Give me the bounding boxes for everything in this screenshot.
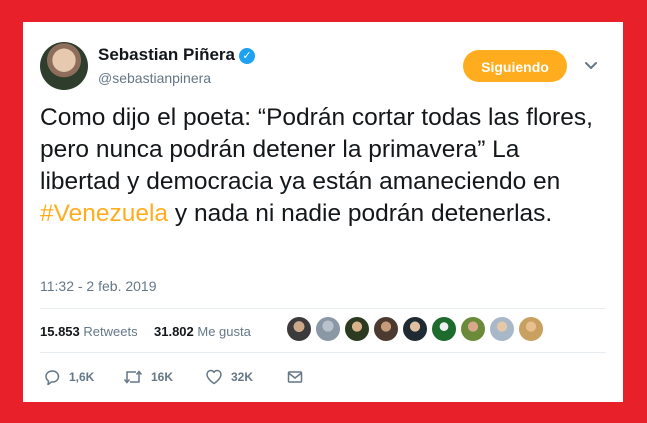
retweet-icon <box>123 370 143 384</box>
likes-stat[interactable]: 31.802 Me gusta <box>154 324 251 339</box>
liker-avatar[interactable] <box>489 316 515 342</box>
liker-avatar[interactable] <box>460 316 486 342</box>
liker-avatar[interactable] <box>431 316 457 342</box>
author-display-name[interactable]: Sebastian Piñera <box>98 45 235 65</box>
divider <box>40 308 606 309</box>
reply-count: 1,6K <box>69 370 95 384</box>
like-count: 32K <box>231 370 254 384</box>
author-info: Sebastian Piñera ✓ @sebastianpinera <box>98 45 256 86</box>
likes-label: Me gusta <box>197 324 251 339</box>
chevron-down-icon[interactable] <box>582 56 600 74</box>
reply-button[interactable]: 1,6K <box>43 368 94 386</box>
avatar[interactable] <box>40 42 88 90</box>
retweet-button[interactable]: 16K <box>123 368 173 386</box>
tweet-text-before: Como dijo el poeta: “Podrán cortar todas… <box>40 104 593 195</box>
hashtag-link[interactable]: #Venezuela <box>40 200 168 227</box>
tweet-stats: 15.853 Retweets 31.802 Me gusta <box>40 314 606 350</box>
following-button[interactable]: Siguiendo <box>463 50 567 82</box>
liker-avatar[interactable] <box>286 316 312 342</box>
like-button[interactable]: 32K <box>205 368 253 386</box>
liker-avatar[interactable] <box>373 316 399 342</box>
tweet-text: Como dijo el poeta: “Podrán cortar todas… <box>40 102 600 230</box>
retweets-count: 15.853 <box>40 324 80 339</box>
retweet-count: 16K <box>151 370 174 384</box>
reply-icon <box>45 370 60 386</box>
retweets-stat[interactable]: 15.853 Retweets <box>40 324 138 339</box>
liker-avatar[interactable] <box>518 316 544 342</box>
retweets-label: Retweets <box>83 324 138 339</box>
tweet-timestamp[interactable]: 11:32 - 2 feb. 2019 <box>40 278 157 294</box>
tweet-card: Sebastian Piñera ✓ @sebastianpinera Sigui… <box>23 22 623 402</box>
liker-avatar[interactable] <box>402 316 428 342</box>
tweet-header: Sebastian Piñera ✓ @sebastianpinera Sigui… <box>40 42 603 92</box>
tweet-text-after: y nada ni nadie podrán detenerlas. <box>168 200 553 227</box>
tweet-actions: 1,6K 16K 32K <box>43 368 606 390</box>
liker-avatar[interactable] <box>344 316 370 342</box>
likes-count: 31.802 <box>154 324 194 339</box>
divider <box>40 352 606 353</box>
author-handle[interactable]: @sebastianpinera <box>98 70 255 86</box>
direct-message-button[interactable] <box>286 368 312 386</box>
liker-avatar[interactable] <box>315 316 341 342</box>
envelope-icon <box>287 371 303 383</box>
verified-badge-icon: ✓ <box>239 48 256 64</box>
heart-icon <box>206 369 222 385</box>
